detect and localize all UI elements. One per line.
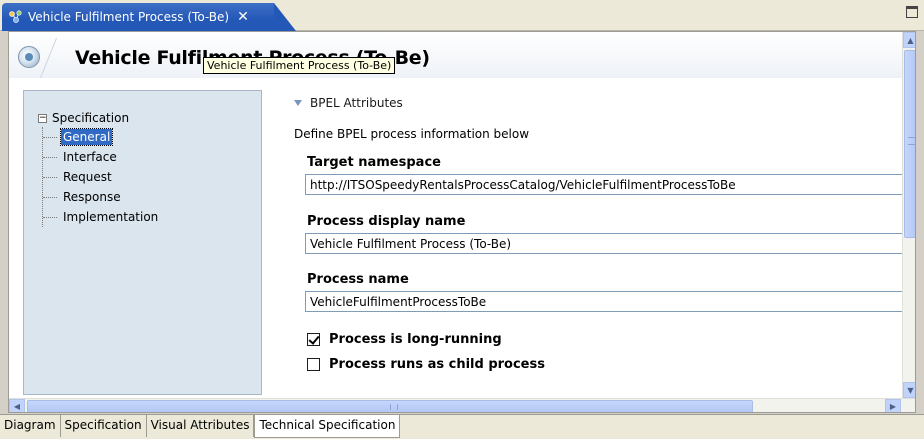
process-name-field[interactable] — [305, 291, 909, 312]
tree-item-general[interactable]: General — [42, 127, 160, 147]
long-running-option[interactable]: Process is long-running — [307, 332, 502, 347]
long-running-checkbox[interactable] — [307, 333, 320, 346]
process-icon — [8, 9, 24, 25]
vertical-scrollbar[interactable]: ▲ ▼ — [902, 32, 915, 398]
tree-item-label: Interface — [63, 150, 117, 164]
title-tooltip: Vehicle Fulfilment Process (To-Be) — [203, 57, 396, 74]
header-divider — [39, 38, 75, 78]
navigation-tree: − Specification General Interface Reques… — [38, 109, 160, 247]
tree-item-request[interactable]: Request — [42, 167, 160, 187]
tree-line-mask — [41, 237, 45, 247]
tree-item-label: Implementation — [63, 210, 159, 224]
child-process-label: Process runs as child process — [329, 357, 545, 372]
section-bpel-attributes[interactable]: BPEL Attributes — [294, 96, 403, 110]
process-display-name-field[interactable] — [305, 233, 909, 254]
tab-technical-specification[interactable]: Technical Specification — [254, 415, 401, 438]
target-namespace-field[interactable] — [305, 174, 909, 195]
tree-item-label: Response — [63, 190, 121, 204]
editor-header: Vehicle Fulfilment Process (To-Be) — [9, 32, 902, 78]
page-tabs: Diagram Specification Visual Attributes … — [0, 414, 924, 439]
scroll-grip — [390, 404, 398, 410]
long-running-label: Process is long-running — [329, 332, 502, 347]
tree-item-interface[interactable]: Interface — [42, 147, 160, 167]
maximize-icon[interactable] — [906, 6, 918, 18]
tab-visual-attributes[interactable]: Visual Attributes — [147, 415, 255, 437]
display-name-label: Process display name — [307, 214, 466, 229]
scroll-up-icon[interactable]: ▲ — [903, 32, 915, 48]
navigation-panel: − Specification General Interface Reques… — [23, 90, 262, 395]
close-icon[interactable]: ✕ — [237, 10, 249, 24]
process-globe-icon — [18, 46, 40, 68]
editor-area: Vehicle Fulfilment Process (To-Be) − Spe… — [8, 31, 916, 413]
tree-root-specification[interactable]: − Specification — [38, 109, 160, 127]
process-name-label: Process name — [307, 272, 409, 287]
tab-specification[interactable]: Specification — [61, 415, 147, 437]
tree-children: General Interface Request Response Imple… — [41, 127, 160, 247]
tree-root-label: Specification — [52, 111, 130, 125]
child-process-checkbox[interactable] — [307, 358, 320, 371]
horizontal-scrollbar[interactable]: ◀ ▶ — [9, 398, 915, 412]
tree-item-label: General — [59, 128, 114, 146]
scroll-left-icon[interactable]: ◀ — [9, 399, 25, 412]
scroll-right-icon[interactable]: ▶ — [885, 399, 901, 412]
expand-triangle-icon[interactable] — [294, 100, 302, 106]
tab-diagram[interactable]: Diagram — [0, 415, 61, 437]
child-process-option[interactable]: Process runs as child process — [307, 357, 545, 372]
tree-item-label: Request — [63, 170, 112, 184]
horizontal-scroll-thumb[interactable] — [27, 400, 753, 412]
section-description: Define BPEL process information below — [294, 127, 530, 141]
editor-tab-strip: Vehicle Fulfilment Process (To-Be) ✕ — [0, 0, 924, 31]
tree-item-implementation[interactable]: Implementation — [42, 207, 160, 227]
scroll-down-icon[interactable]: ▼ — [903, 382, 915, 398]
section-title: BPEL Attributes — [310, 96, 403, 110]
tree-item-response[interactable]: Response — [42, 187, 160, 207]
collapse-icon[interactable]: − — [38, 113, 47, 123]
editor-tab-label: Vehicle Fulfilment Process (To-Be) — [28, 10, 230, 24]
target-namespace-label: Target namespace — [307, 155, 441, 170]
editor-tab-vehicle-fulfilment-process[interactable]: Vehicle Fulfilment Process (To-Be) ✕ — [2, 3, 296, 31]
scroll-grip — [908, 137, 915, 145]
vertical-scroll-thumb[interactable] — [904, 50, 915, 238]
